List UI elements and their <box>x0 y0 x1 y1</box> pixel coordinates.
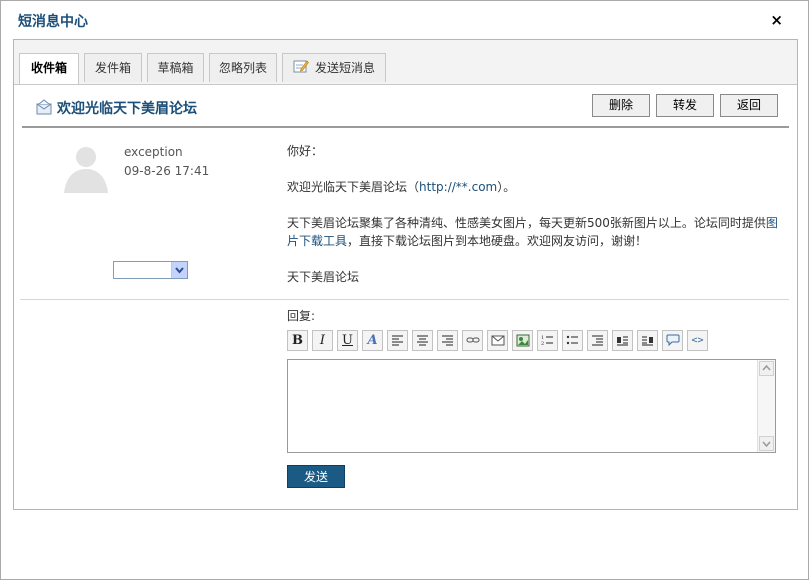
link-icon[interactable] <box>462 330 483 351</box>
signature: 天下美眉论坛 <box>287 270 360 284</box>
align-left-icon[interactable] <box>387 330 408 351</box>
scroll-down-icon[interactable] <box>759 436 774 451</box>
italic-icon[interactable]: I <box>312 330 333 351</box>
sender-actions-select[interactable] <box>113 261 188 279</box>
tab-send-message[interactable]: 发送短消息 <box>282 53 386 82</box>
chevron-down-icon <box>171 262 187 278</box>
tab-inbox[interactable]: 收件箱 <box>19 53 79 84</box>
sender-name: exception <box>124 145 183 159</box>
quote-icon[interactable] <box>662 330 683 351</box>
tab-drafts[interactable]: 草稿箱 <box>147 53 204 82</box>
body-line-2-text: 天下美眉论坛聚集了各种清纯、性感美女图片，每天更新500张新图片以上。论坛同时提… <box>287 216 766 230</box>
message-body: 你好： 欢迎光临天下美眉论坛（http://**.com）。 天下美眉论坛聚集了… <box>287 142 782 286</box>
divider <box>20 299 789 300</box>
unordered-list-icon[interactable] <box>562 330 583 351</box>
underline-icon[interactable]: U <box>337 330 358 351</box>
close-icon[interactable]: × <box>770 13 783 28</box>
message-title-text: 欢迎光临天下美眉论坛 <box>57 101 197 117</box>
outdent-icon[interactable] <box>587 330 608 351</box>
svg-text:2: 2 <box>541 341 544 346</box>
message-header: 欢迎光临天下美眉论坛 删除 转发 返回 <box>22 90 789 128</box>
greeting: 你好： <box>287 144 324 158</box>
body-line-1-end: ）。 <box>497 180 516 194</box>
message-center-window: 短消息中心 × 收件箱 发件箱 草稿箱 忽略列表 发送短消息 欢迎光临天下美眉论… <box>0 0 809 580</box>
reply-label: 回复: <box>287 309 316 323</box>
align-center-icon[interactable] <box>412 330 433 351</box>
align-right-icon[interactable] <box>437 330 458 351</box>
compose-icon <box>293 55 309 83</box>
scroll-up-icon[interactable] <box>759 361 774 376</box>
body-line-2: 天下美眉论坛聚集了各种清纯、性感美女图片，每天更新500张新图片以上。论坛同时提… <box>287 214 782 250</box>
sender-time: 09-8-26 17:41 <box>124 164 210 178</box>
forward-button[interactable]: 转发 <box>656 94 714 117</box>
image-icon[interactable] <box>512 330 533 351</box>
tab-send-message-label: 发送短消息 <box>314 61 375 75</box>
tab-outbox[interactable]: 发件箱 <box>84 53 142 82</box>
font-color-icon[interactable]: A <box>362 330 383 351</box>
ordered-list-icon[interactable]: 12 <box>537 330 558 351</box>
code-icon[interactable]: <> <box>687 330 708 351</box>
body-line-2-end: ，直接下载论坛图片到本地硬盘。欢迎网友访问，谢谢！ <box>347 234 648 248</box>
back-button[interactable]: 返回 <box>720 94 778 117</box>
bold-icon[interactable]: B <box>287 330 308 351</box>
body-line-1-text: 欢迎光临天下美眉论坛（ <box>287 180 420 194</box>
message-panel: 收件箱 发件箱 草稿箱 忽略列表 发送短消息 欢迎光临天下美眉论坛 删除 转发 … <box>13 39 798 510</box>
delete-button[interactable]: 删除 <box>592 94 650 117</box>
tab-ignore-list[interactable]: 忽略列表 <box>209 53 277 82</box>
window-title: 短消息中心 <box>18 14 88 30</box>
site-link[interactable]: http://**.com <box>419 180 497 194</box>
envelope-icon <box>36 99 52 119</box>
indent-left-icon[interactable] <box>612 330 633 351</box>
textarea-scrollbar[interactable] <box>757 360 775 452</box>
tab-bar: 收件箱 发件箱 草稿箱 忽略列表 发送短消息 <box>14 40 797 85</box>
body-line-1: 欢迎光临天下美眉论坛（http://**.com）。 <box>287 178 782 196</box>
email-icon[interactable] <box>487 330 508 351</box>
reply-textarea[interactable] <box>287 359 776 453</box>
send-button[interactable]: 发送 <box>287 465 345 488</box>
message-title: 欢迎光临天下美眉论坛 <box>36 98 197 119</box>
indent-right-icon[interactable] <box>637 330 658 351</box>
titlebar: 短消息中心 × <box>2 2 807 37</box>
avatar <box>62 143 110 193</box>
